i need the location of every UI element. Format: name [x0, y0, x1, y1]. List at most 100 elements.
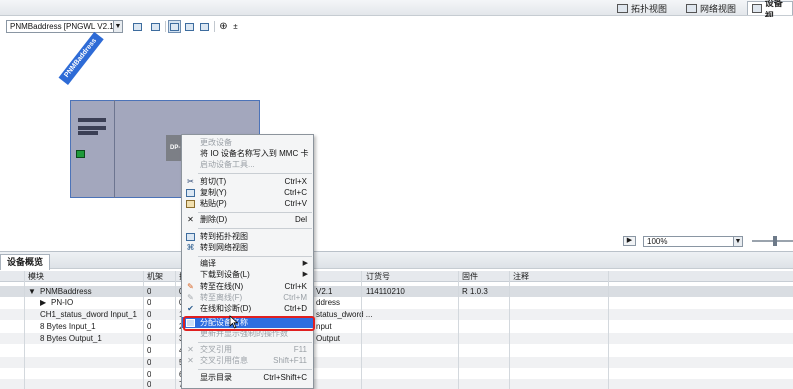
menu-item-cut[interactable]: ✂ 剪切(T) Ctrl+X	[182, 176, 313, 187]
tab-network-view[interactable]: 网络视图	[682, 1, 740, 15]
label-icon	[170, 22, 179, 31]
col-header-firmware[interactable]: 固件	[462, 271, 478, 282]
zoom-slider-thumb[interactable]	[773, 236, 777, 246]
menu-item-delete[interactable]: ✕ 删除(D) Del	[182, 214, 313, 225]
row-expander-icon[interactable]: ▼	[28, 286, 36, 297]
device-select[interactable]: PNMBaddress [PNGWL V2.1]	[6, 20, 122, 33]
menu-item-online-diagnostics[interactable]: ✔ 在线和诊断(D) Ctrl+D	[182, 303, 313, 314]
tab-label: 网络视图	[700, 3, 737, 14]
table-row[interactable]: 8 Bytes Output_1 0 3 Output	[0, 333, 793, 344]
col-header-order-number[interactable]: 订货号	[366, 271, 390, 282]
cell-type: nput	[316, 322, 332, 331]
zoom-menu-button[interactable]: ±	[229, 20, 242, 33]
table-header-row: 模块 机架 插 订货号 固件 注释	[0, 271, 793, 282]
menu-item-cross-reference[interactable]: ✕ 交叉引用 F11	[182, 344, 313, 355]
context-menu: 更改设备 将 IO 设备名称写入到 MMC 卡 启动设备工具... ✂ 剪切(T…	[181, 134, 314, 389]
mouse-cursor-icon	[229, 315, 239, 329]
page-break-button[interactable]	[198, 20, 211, 33]
copy-icon	[186, 189, 195, 197]
cell-rack: 0	[147, 346, 152, 355]
device-icon	[151, 22, 160, 31]
overview-header: 设备概览	[0, 251, 793, 270]
cell-module: CH1_status_dword Input_1	[40, 310, 137, 319]
rack-slot-divider	[114, 100, 115, 198]
tab-device-overview[interactable]: 设备概览	[0, 254, 51, 270]
grid-button[interactable]	[183, 20, 196, 33]
menu-item-paste[interactable]: 粘贴(P) Ctrl+V	[182, 198, 313, 209]
cell-firmware: R 1.0.3	[462, 287, 488, 296]
device-view-icon	[752, 4, 762, 13]
scissors-icon: ✂	[187, 177, 194, 186]
cell-order-number: 114110210	[366, 287, 405, 296]
menu-item-download-to-device[interactable]: 下载到设备(L) ▶	[182, 269, 313, 280]
cell-module: 8 Bytes Input_1	[40, 322, 96, 331]
table-row[interactable]: 0 7	[0, 379, 793, 389]
cross-reference-icon: ✕	[187, 345, 194, 354]
menu-item-cross-reference-info[interactable]: ✕ 交叉引用信息 Shift+F11	[182, 355, 313, 366]
menu-item-start-device-tool[interactable]: 启动设备工具...	[182, 159, 313, 170]
menu-separator	[198, 173, 312, 174]
menu-item-show-catalog[interactable]: 显示目录 Ctrl+Shift+C	[182, 372, 313, 383]
cell-module: PNMBaddress	[40, 287, 92, 296]
cell-type: Output	[316, 334, 341, 343]
cell-type: ddress	[316, 298, 341, 307]
menu-separator	[198, 369, 312, 370]
table-row[interactable]: ▶ PN-IO 0 0 ddress	[0, 297, 793, 308]
menu-item-copy[interactable]: 复制(Y) Ctrl+C	[182, 187, 313, 198]
cross-reference-info-icon: ✕	[187, 356, 194, 365]
menu-separator	[198, 212, 312, 213]
submenu-arrow-icon: ▶	[302, 260, 308, 267]
tab-device-view[interactable]: 设备视	[747, 0, 793, 21]
col-header-comment[interactable]: 注释	[513, 271, 529, 282]
rack-view-button[interactable]	[131, 20, 144, 33]
menu-item-goto-topology[interactable]: 转到拓扑视图	[182, 231, 313, 242]
column-divider	[458, 271, 459, 389]
diagnostics-icon: ✔	[187, 304, 194, 313]
column-divider	[175, 271, 176, 389]
menu-separator	[198, 228, 312, 229]
show-labels-button[interactable]	[168, 20, 181, 33]
menu-separator	[198, 256, 312, 257]
network-view-icon	[686, 3, 697, 13]
menu-item-goto-network[interactable]: ⌘ 转到网络视图	[182, 242, 313, 253]
scroll-right-button[interactable]: ▶	[623, 236, 636, 246]
table-row[interactable]: ▼ PNMBaddress 0 0 V2.1 114110210 R 1.0.3	[0, 286, 793, 297]
device-data-button[interactable]	[149, 20, 162, 33]
zoom-select[interactable]: 100%	[643, 236, 743, 247]
column-divider	[143, 271, 144, 389]
cell-rack: 0	[147, 358, 152, 367]
cell-rack: 0	[147, 380, 152, 389]
head-module-bar	[78, 131, 98, 135]
chevron-down-icon[interactable]: ▼	[733, 236, 743, 247]
cell-rack: 0	[147, 287, 152, 296]
head-module-bar	[78, 118, 106, 122]
go-online-icon: ✎	[187, 282, 194, 291]
table-row[interactable]: 8 Bytes Input_1 0 2 nput	[0, 321, 793, 332]
menu-item-compile[interactable]: 编译 ▶	[182, 258, 313, 269]
head-module-bar	[78, 126, 106, 130]
menu-item-go-offline[interactable]: ✎ 转至离线(F) Ctrl+M	[182, 292, 313, 303]
ethernet-port-icon[interactable]	[76, 150, 85, 158]
table-row[interactable]: 0 4	[0, 345, 793, 356]
cell-type: V2.1	[316, 287, 333, 296]
menu-item-write-name-to-mmc[interactable]: 将 IO 设备名称写入到 MMC 卡	[182, 148, 313, 159]
page-icon	[200, 22, 209, 31]
table-row[interactable]: 0 5	[0, 357, 793, 368]
paste-icon	[186, 200, 195, 208]
col-header-module[interactable]: 模块	[28, 271, 44, 282]
col-header-rack[interactable]: 机架	[147, 271, 163, 282]
cell-type: status_dword ...	[316, 310, 373, 319]
cell-rack: 0	[147, 298, 152, 307]
chevron-down-icon[interactable]: ▼	[113, 20, 123, 33]
device-toolbar: PNMBaddress [PNGWL V2.1] ▼ ⊕ ±	[0, 17, 793, 37]
cell-rack: 0	[147, 334, 152, 343]
menu-item-go-online[interactable]: ✎ 转至在线(N) Ctrl+K	[182, 281, 313, 292]
column-divider	[24, 271, 25, 389]
dropdown-icon: ±	[233, 22, 238, 31]
column-divider	[509, 271, 510, 389]
tab-topology-view[interactable]: 拓扑视图	[613, 1, 671, 15]
row-expander-icon[interactable]: ▶	[40, 297, 46, 308]
toolbar-divider	[214, 21, 215, 32]
table-row[interactable]: CH1_status_dword Input_1 0 1 status_dwor…	[0, 309, 793, 320]
menu-item-change-device[interactable]: 更改设备	[182, 137, 313, 148]
